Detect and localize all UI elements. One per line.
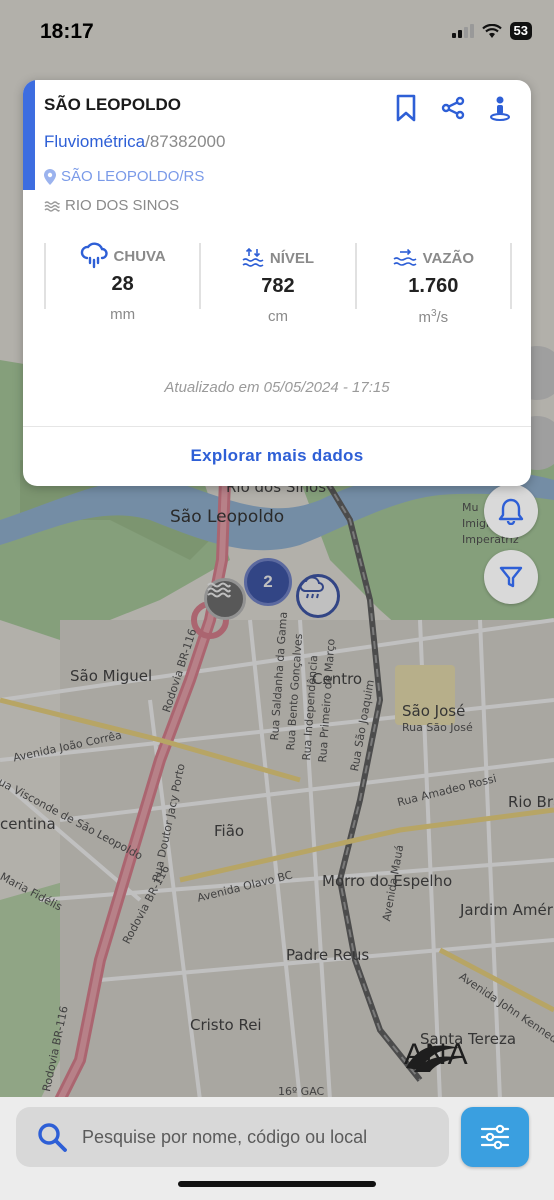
metric-nivel-label: NÍVEL: [269, 249, 315, 267]
filter-map-button[interactable]: [484, 550, 538, 604]
station-city: SÃO LEOPOLDO/RS: [61, 168, 205, 185]
search-box[interactable]: [16, 1107, 449, 1167]
card-divider: [23, 426, 531, 427]
notifications-button[interactable]: [484, 484, 538, 538]
metric-chuva-value: 28: [111, 273, 134, 295]
wifi-icon: [481, 23, 502, 38]
metric-chuva-unit: mm: [110, 306, 136, 323]
signal-icon: [451, 24, 474, 38]
metric-nivel-unit: cm: [267, 308, 288, 325]
station-name: SÃO LEOPOLDO: [44, 95, 181, 114]
station-river-row: RIO DOS SINOS: [44, 197, 179, 214]
water-level-icon: [242, 248, 264, 267]
status-bar: 18:17 53: [0, 0, 554, 64]
station-type-code[interactable]: Fluviométrica/87382000: [44, 132, 225, 152]
status-time: 18:17: [40, 20, 94, 43]
metric-chuva-label: CHUVA: [113, 247, 166, 265]
metric-nivel: NÍVEL 782 cm: [199, 243, 357, 325]
metric-vazao: VAZÃO 1.760 m3/s: [354, 243, 512, 326]
water-flow-icon: [393, 248, 417, 266]
metrics-row: CHUVA 28 mm NÍVEL 782 cm VAZÃO 1.760 m3/…: [44, 242, 512, 326]
bottom-search-bar: [0, 1097, 554, 1200]
person-location-icon[interactable]: [489, 95, 511, 121]
status-icons: 53: [451, 22, 532, 40]
card-accent-bar: [23, 80, 35, 190]
rain-cloud-icon: [80, 242, 108, 269]
funnel-icon: [499, 566, 523, 588]
metric-nivel-value: 782: [261, 275, 295, 297]
search-icon: [38, 1123, 67, 1152]
station-code: /87382000: [145, 132, 226, 151]
metric-chuva: CHUVA 28 mm: [44, 242, 202, 323]
metric-vazao-label: VAZÃO: [422, 249, 475, 267]
station-card: SÃO LEOPOLDO Fluviométrica/87382000 SÃO …: [23, 80, 531, 486]
station-city-row: SÃO LEOPOLDO/RS: [44, 168, 204, 185]
metric-vazao-value: 1.760: [408, 275, 459, 297]
metric-vazao-unit: m3/s: [418, 308, 449, 326]
sliders-icon: [480, 1124, 510, 1150]
station-river: RIO DOS SINOS: [65, 197, 180, 214]
share-icon[interactable]: [441, 96, 465, 120]
search-input[interactable]: [82, 1126, 422, 1148]
location-pin-icon: [44, 168, 56, 185]
battery-icon: 53: [509, 22, 532, 40]
bell-icon: [498, 498, 524, 525]
last-updated-text: Atualizado em 05/05/2024 - 17:15: [164, 379, 390, 396]
card-actions: [395, 94, 511, 122]
bookmark-icon[interactable]: [395, 94, 417, 122]
settings-filter-button[interactable]: [461, 1107, 529, 1167]
river-waves-icon: [44, 200, 60, 212]
station-type[interactable]: Fluviométrica: [44, 132, 145, 151]
home-indicator: [178, 1181, 376, 1187]
explore-more-data-link[interactable]: Explorar mais dados: [23, 446, 531, 466]
